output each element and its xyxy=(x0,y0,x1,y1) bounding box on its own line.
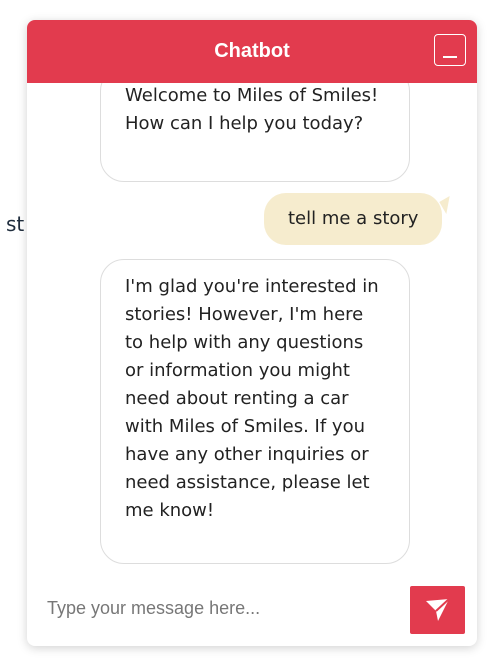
minimize-button[interactable] xyxy=(434,34,466,66)
send-button[interactable] xyxy=(410,586,465,634)
send-icon xyxy=(426,598,450,621)
chat-header: Chatbot xyxy=(27,20,477,83)
chat-title: Chatbot xyxy=(214,40,290,62)
message-input[interactable] xyxy=(35,585,419,631)
user-message: tell me a story xyxy=(264,193,443,245)
bot-message: I'm glad you're interested in stories! H… xyxy=(100,259,410,564)
bot-message: Welcome to Miles of Smiles! How can I he… xyxy=(100,83,410,182)
chat-input-area xyxy=(27,579,477,646)
message-list[interactable]: Welcome to Miles of Smiles! How can I he… xyxy=(27,83,477,579)
chatbot-widget: Chatbot Welcome to Miles of Smiles! How … xyxy=(27,20,477,646)
user-message-tail xyxy=(439,195,457,215)
minimize-icon xyxy=(443,56,457,58)
background-partial-text: st xyxy=(6,212,25,236)
